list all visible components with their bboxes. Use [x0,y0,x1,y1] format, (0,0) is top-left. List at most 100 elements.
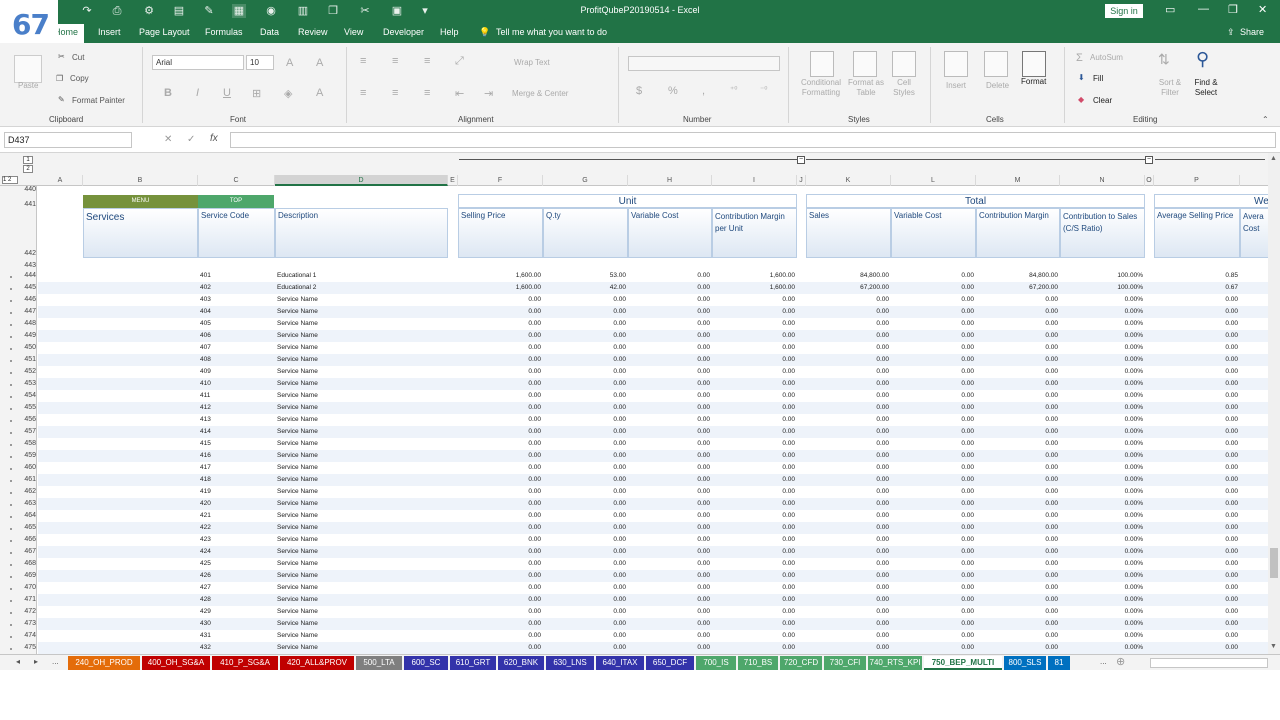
column-header-o[interactable]: O [1145,175,1154,186]
copy-button[interactable]: Copy [70,74,89,83]
selling-price-cell[interactable]: 0.00 [458,596,541,603]
sales-cell[interactable]: 0.00 [806,560,889,567]
average-selling-price-cell[interactable]: 0.00 [1154,476,1238,483]
sort-filter-button[interactable]: Sort & Filter [1156,78,1184,98]
contribution-margin-cell[interactable]: 1,600.00 [712,284,795,291]
row-header[interactable]: 449 [14,332,36,339]
sales-cell[interactable]: 0.00 [806,584,889,591]
service-code-cell[interactable]: 410 [200,380,277,387]
cs-ratio-cell[interactable]: 0.00% [1060,464,1143,471]
description-cell[interactable]: Service Name [277,476,450,483]
sign-in-button[interactable]: Sign in [1105,4,1143,18]
minimize-icon[interactable]: — [1198,3,1209,15]
selling-price-cell[interactable]: 0.00 [458,440,541,447]
sales-cell[interactable]: 0.00 [806,596,889,603]
contribution-margin-cell[interactable]: 0.00 [712,512,795,519]
service-code-cell[interactable]: 408 [200,356,277,363]
selling-price-cell[interactable]: 0.00 [458,452,541,459]
service-code-cell[interactable]: 411 [200,392,277,399]
format-as-table-button[interactable]: Format as Table [846,78,886,98]
currency-icon[interactable]: $ [636,85,642,97]
cs-ratio-cell[interactable]: 0.00% [1060,344,1143,351]
variable-cost-cell[interactable]: 0.00 [628,440,710,447]
description-cell[interactable]: Service Name [277,392,450,399]
qty-cell[interactable]: 0.00 [543,536,626,543]
row-header[interactable]: 454 [14,392,36,399]
description-cell[interactable]: Service Name [277,620,450,627]
cs-ratio-cell[interactable]: 0.00% [1060,620,1143,627]
sales-cell[interactable]: 0.00 [806,416,889,423]
sales-cell[interactable]: 0.00 [806,644,889,651]
menu-button[interactable]: MENU [83,195,198,208]
contribution-margin-cell[interactable]: 0.00 [712,416,795,423]
row-header[interactable]: 441 [14,201,36,208]
service-code-cell[interactable]: 405 [200,320,277,327]
total-contribution-margin-cell[interactable]: 0.00 [976,620,1058,627]
variable-cost-cell[interactable]: 0.00 [628,632,710,639]
cs-ratio-cell[interactable]: 0.00% [1060,428,1143,435]
font-color-icon[interactable]: A [316,87,323,99]
total-contribution-margin-cell[interactable]: 0.00 [976,572,1058,579]
tab-view[interactable]: View [344,27,363,37]
cs-ratio-cell[interactable]: 0.00% [1060,380,1143,387]
total-variable-cost-cell[interactable]: 0.00 [891,296,974,303]
selling-price-cell[interactable]: 0.00 [458,536,541,543]
variable-cost-cell[interactable]: 0.00 [628,476,710,483]
average-selling-price-cell[interactable]: 0.00 [1154,644,1238,651]
row-header[interactable]: 465 [14,524,36,531]
sheet-tab[interactable]: 730_CFI [824,656,866,670]
average-selling-price-cell[interactable]: 0.00 [1154,404,1238,411]
horizontal-scrollbar[interactable] [1150,658,1268,668]
average-selling-price-cell[interactable]: 0.00 [1154,488,1238,495]
contribution-margin-cell[interactable]: 0.00 [712,356,795,363]
average-selling-price-cell[interactable]: 0.85 [1154,272,1238,279]
service-code-cell[interactable]: 418 [200,476,277,483]
description-cell[interactable]: Service Name [277,308,450,315]
cs-ratio-cell[interactable]: 0.00% [1060,476,1143,483]
row-header[interactable]: 471 [14,596,36,603]
total-variable-cost-cell[interactable]: 0.00 [891,272,974,279]
description-cell[interactable]: Educational 2 [277,284,450,291]
total-variable-cost-cell[interactable]: 0.00 [891,548,974,555]
description-cell[interactable]: Educational 1 [277,272,450,279]
qty-cell[interactable]: 0.00 [543,572,626,579]
tab-formulas[interactable]: Formulas [205,27,243,37]
qty-cell[interactable]: 0.00 [543,320,626,327]
selling-price-cell[interactable]: 0.00 [458,548,541,555]
qty-cell[interactable]: 0.00 [543,608,626,615]
qty-cell[interactable]: 0.00 [543,392,626,399]
service-code-cell[interactable]: 429 [200,608,277,615]
column-header-n[interactable]: N [1060,175,1145,186]
cs-ratio-cell[interactable]: 0.00% [1060,296,1143,303]
contribution-margin-cell[interactable]: 0.00 [712,440,795,447]
outline-level-1-button[interactable]: 1 [23,156,33,164]
row-header[interactable]: 457 [14,428,36,435]
row-header[interactable]: 469 [14,572,36,579]
scroll-thumb[interactable] [1270,548,1278,578]
variable-cost-cell[interactable]: 0.00 [628,332,710,339]
service-code-cell[interactable]: 430 [200,620,277,627]
font-size-select[interactable]: 10 [246,55,274,70]
variable-cost-cell[interactable]: 0.00 [628,272,710,279]
fill-color-icon[interactable]: ◈ [284,87,292,100]
total-contribution-margin-cell[interactable]: 0.00 [976,404,1058,411]
contribution-margin-cell[interactable]: 0.00 [712,608,795,615]
number-format-select[interactable] [628,56,780,71]
collapse-ribbon-icon[interactable]: ⌃ [1262,115,1269,124]
cs-ratio-cell[interactable]: 0.00% [1060,488,1143,495]
average-selling-price-cell[interactable]: 0.00 [1154,572,1238,579]
cs-ratio-cell[interactable]: 0.00% [1060,440,1143,447]
selling-price-cell[interactable]: 0.00 [458,356,541,363]
total-variable-cost-cell[interactable]: 0.00 [891,368,974,375]
total-contribution-margin-cell[interactable]: 0.00 [976,596,1058,603]
sales-cell[interactable]: 0.00 [806,404,889,411]
sheet-tab[interactable]: 240_OH_PROD [68,656,140,670]
description-cell[interactable]: Service Name [277,320,450,327]
service-code-cell[interactable]: 414 [200,428,277,435]
total-variable-cost-cell[interactable]: 0.00 [891,440,974,447]
service-code-cell[interactable]: 401 [200,272,277,279]
row-header[interactable]: 468 [14,560,36,567]
description-cell[interactable]: Service Name [277,536,450,543]
average-selling-price-cell[interactable]: 0.00 [1154,512,1238,519]
selling-price-cell[interactable]: 0.00 [458,380,541,387]
